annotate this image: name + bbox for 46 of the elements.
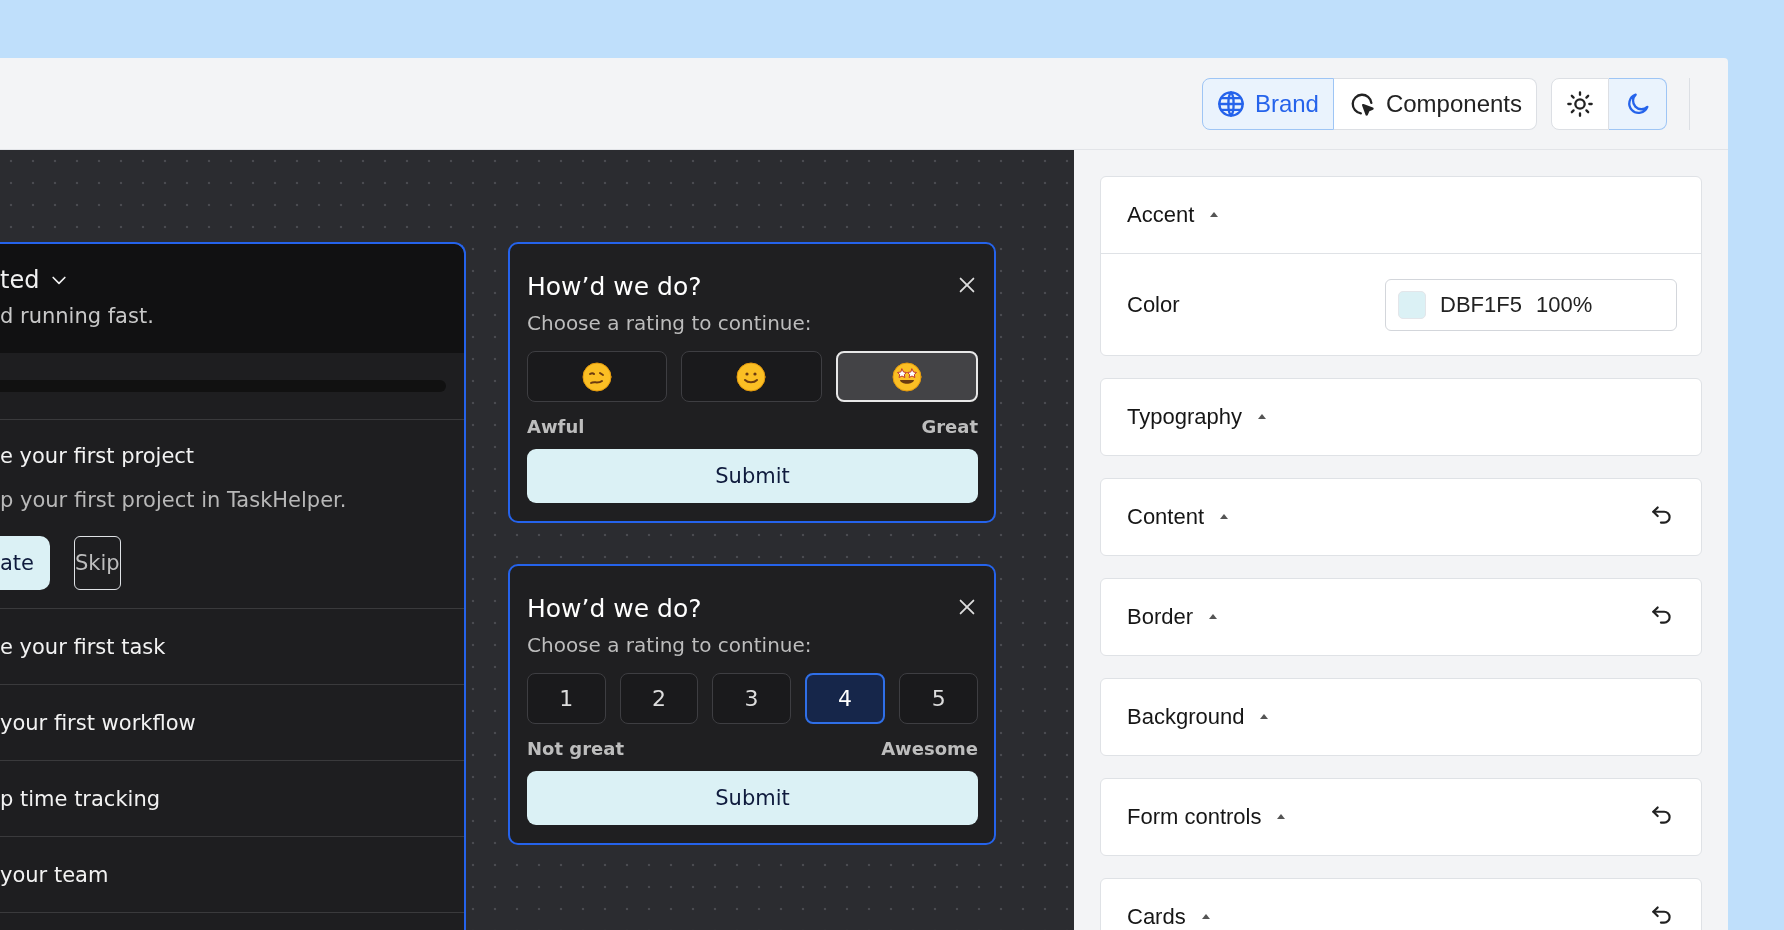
scale-high-label: Awesome <box>881 738 978 759</box>
rating-option[interactable]: 1 <box>527 673 606 724</box>
section-title[interactable]: Border <box>1127 604 1194 630</box>
view-tab[interactable]: Brand <box>1201 77 1334 130</box>
section-title[interactable]: Typography <box>1127 404 1242 430</box>
card-title: How’d we do? <box>527 272 702 301</box>
submit-button[interactable]: Submit <box>527 771 978 825</box>
card-prompt: Choose a rating to continue: <box>527 311 813 335</box>
theme-toggle-button[interactable] <box>1609 77 1667 130</box>
star-struck-face-icon <box>890 360 923 393</box>
section-title[interactable]: Content <box>1127 504 1205 530</box>
section-title[interactable]: Cards <box>1127 904 1186 930</box>
rating-option[interactable]: 5 <box>899 673 978 724</box>
smiling-face-icon <box>735 360 768 393</box>
checklist-title: ted <box>0 266 40 294</box>
section-title[interactable]: Background <box>1127 704 1245 730</box>
rating-option[interactable] <box>681 351 822 402</box>
scale-low-label: Not great <box>527 738 625 759</box>
view-tab[interactable]: Components <box>1333 77 1537 130</box>
color-input-field[interactable]: DBF1F5 100% <box>1385 278 1677 331</box>
task-item[interactable]: e your first project p your first project in TaskHelper. ate Skip <box>0 420 464 609</box>
submit-button[interactable]: Submit <box>527 449 978 503</box>
task-title[interactable]: your team <box>0 862 109 887</box>
task-title: e your first project <box>0 444 196 468</box>
rating-option[interactable]: 3 <box>712 673 791 724</box>
scale-low-label: Awful <box>527 416 585 437</box>
task-title[interactable]: your first workflow <box>0 710 196 735</box>
field-label: Color <box>1127 291 1181 318</box>
card-title: How’d we do? <box>527 594 702 623</box>
sun-icon <box>1566 89 1594 118</box>
task-description: p your first project in TaskHelper. <box>0 488 348 512</box>
rating-option[interactable] <box>527 351 668 402</box>
task-title[interactable]: e your first task <box>0 634 166 659</box>
primary-button[interactable]: ate <box>0 536 51 590</box>
theme-toggle-button[interactable] <box>1551 77 1609 130</box>
scale-high-label: Great <box>921 416 978 437</box>
section-title[interactable]: Form controls <box>1127 804 1262 830</box>
skip-button[interactable]: Skip <box>74 536 121 590</box>
section-title[interactable]: Accent <box>1127 202 1195 228</box>
rating-option[interactable]: 4 <box>804 673 886 724</box>
globe-icon <box>1216 89 1245 118</box>
task-title[interactable]: p time tracking <box>0 786 161 811</box>
rating-option[interactable]: 2 <box>619 673 699 724</box>
checklist-subtitle: d running fast. <box>0 304 155 328</box>
woozy-face-icon <box>581 360 614 393</box>
card-prompt: Choose a rating to continue: <box>527 633 813 657</box>
